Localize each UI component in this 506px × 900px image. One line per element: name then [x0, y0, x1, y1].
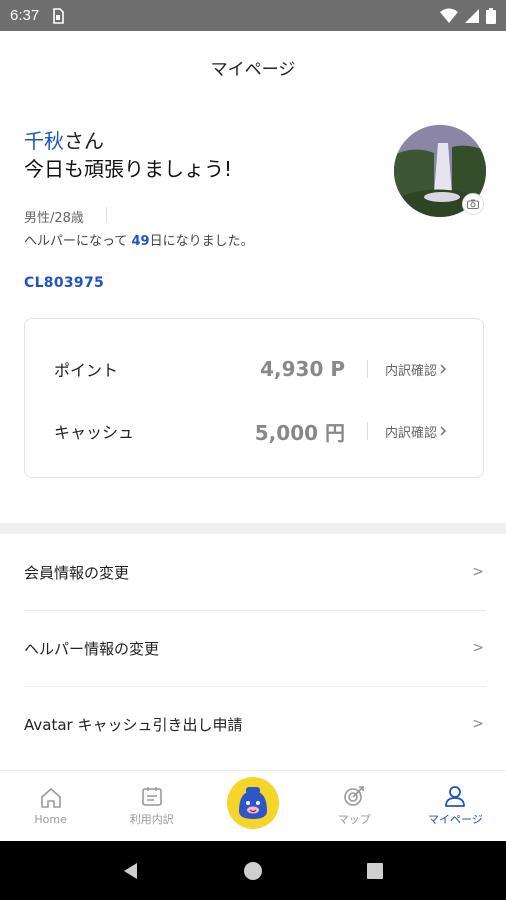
- cash-label: キャッシュ: [54, 423, 135, 442]
- chevron-right-icon: >: [472, 564, 484, 580]
- wallet-card: ポイント 4,930 P 内訳確認 キャッシュ 5,000 円 内訳確認: [24, 318, 484, 478]
- greeting-name: 千秋さん: [24, 127, 104, 155]
- status-indicators: [440, 7, 496, 24]
- mascot-button[interactable]: [227, 777, 279, 829]
- page-header: マイページ: [0, 31, 506, 103]
- avatar-container[interactable]: [394, 125, 486, 217]
- calendar-icon: [141, 787, 162, 806]
- points-detail-link[interactable]: 内訳確認: [385, 360, 447, 379]
- recents-icon[interactable]: [365, 861, 385, 881]
- nav-home-label: Home: [34, 812, 67, 826]
- helper-duration: ヘルパーになって 49日になりました。: [24, 230, 254, 249]
- points-value: 4,930 P: [260, 357, 345, 381]
- helper-suffix: 日になりました。: [149, 234, 254, 249]
- camera-icon: [467, 199, 479, 209]
- nav-map-label: マップ: [337, 813, 371, 826]
- helper-prefix: ヘルパーになって: [24, 234, 132, 249]
- chevron-right-icon: >: [472, 640, 484, 656]
- points-label: ポイント: [54, 361, 119, 380]
- member-id: CL803975: [24, 275, 105, 291]
- nav-mypage[interactable]: マイページ: [405, 771, 506, 841]
- points-row: ポイント 4,930 P 内訳確認: [25, 349, 483, 389]
- nav-mascot[interactable]: [202, 771, 303, 841]
- page-title: マイページ: [210, 59, 296, 80]
- cash-row: キャッシュ 5,000 円 内訳確認: [25, 411, 483, 451]
- gender-age: 男性/28歳: [24, 211, 84, 226]
- menu-item-label: Avatar キャッシュ引き出し申請: [24, 715, 243, 734]
- menu-item-cash-withdrawal[interactable]: Avatar キャッシュ引き出し申請 >: [0, 686, 506, 762]
- back-icon[interactable]: [121, 861, 141, 881]
- home-icon: [40, 787, 61, 808]
- section-divider: [0, 523, 506, 534]
- helper-days: 49: [131, 234, 150, 249]
- menu-item-helper-info[interactable]: ヘルパー情報の変更 >: [0, 610, 506, 686]
- system-nav-bar: [0, 841, 506, 900]
- status-time: 6:37: [10, 7, 40, 24]
- change-photo-button[interactable]: [462, 193, 484, 215]
- nav-map[interactable]: マップ: [304, 771, 405, 841]
- nav-usage[interactable]: 利用内訳: [101, 771, 202, 841]
- meta-divider: [106, 207, 107, 223]
- wifi-icon: [440, 8, 458, 23]
- chevron-right-icon: >: [472, 716, 484, 732]
- nav-home[interactable]: Home: [0, 771, 101, 841]
- nav-usage-label: 利用内訳: [129, 813, 174, 826]
- user-name: 千秋: [24, 129, 64, 153]
- home-circle-icon[interactable]: [243, 861, 263, 881]
- greeting-message: 今日も頑張りましょう!: [24, 157, 233, 181]
- menu-item-label: 会員情報の変更: [24, 563, 130, 582]
- person-icon: [445, 786, 466, 807]
- cash-detail-link[interactable]: 内訳確認: [385, 422, 447, 441]
- cash-value: 5,000 円: [254, 420, 345, 445]
- signal-icon: [465, 8, 479, 23]
- cash-detail-label: 内訳確認: [385, 425, 438, 441]
- status-bar: 6:37: [0, 0, 506, 31]
- nav-mypage-label: マイページ: [428, 813, 483, 826]
- chevron-right-icon: [440, 364, 446, 374]
- chevron-right-icon: [440, 426, 446, 436]
- map-target-icon: [344, 786, 365, 806]
- points-separator: [367, 360, 368, 378]
- bottom-nav: Home 利用内訳 マップ マイページ: [0, 770, 506, 841]
- points-detail-label: 内訳確認: [385, 363, 438, 379]
- profile-section: 千秋さん 今日も頑張りましょう! 男性/28歳 ヘルパーになって 49日になりま…: [0, 103, 506, 523]
- settings-menu: 会員情報の変更 > ヘルパー情報の変更 > Avatar キャッシュ引き出し申請…: [0, 534, 506, 762]
- menu-item-label: ヘルパー情報の変更: [24, 639, 160, 658]
- mascot-icon: [239, 787, 267, 819]
- sim-icon: [53, 7, 65, 24]
- cash-separator: [367, 422, 368, 440]
- menu-item-member-info[interactable]: 会員情報の変更 >: [0, 534, 506, 610]
- battery-icon: [486, 7, 496, 24]
- name-suffix: さん: [64, 129, 104, 153]
